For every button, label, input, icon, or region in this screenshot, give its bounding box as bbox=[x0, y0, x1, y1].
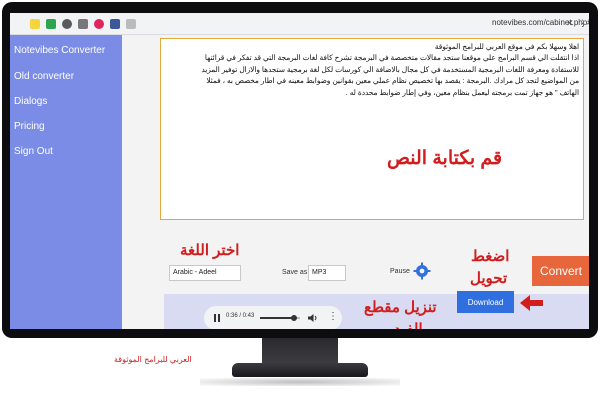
puzzle-icon[interactable] bbox=[78, 19, 88, 29]
close-tab-icon[interactable]: ✕ bbox=[566, 18, 574, 29]
sidebar-item-old-converter[interactable]: Old converter bbox=[14, 71, 74, 82]
sidebar: Notevibes Converter Old converter Dialog… bbox=[10, 35, 122, 329]
download-button[interactable]: Download bbox=[457, 291, 514, 313]
sidebar-item-dialogs[interactable]: Dialogs bbox=[14, 96, 47, 107]
menu-more-icon[interactable]: ⋮ bbox=[578, 18, 587, 29]
monitor-scene: notevibes.com/cabinet.php#! ✕ ⋮ Notevibe… bbox=[0, 0, 600, 400]
sidebar-item-sign-out[interactable]: Sign Out bbox=[14, 146, 53, 157]
monitor-screen: notevibes.com/cabinet.php#! ✕ ⋮ Notevibe… bbox=[10, 13, 589, 329]
monitor-stand bbox=[232, 363, 368, 377]
language-select[interactable]: Arabic - Adeel bbox=[169, 265, 241, 281]
annotation-write-text: قم بكتابة النص bbox=[387, 148, 503, 169]
format-select[interactable]: MP3 bbox=[308, 265, 346, 281]
player-progress-fill bbox=[260, 317, 294, 319]
main-content: اهلا وسهلا بكم في موقع العربي للبرامج ال… bbox=[122, 35, 589, 329]
editor-line: من المواضيع لتجد كل مرادك .البرمجة : يقص… bbox=[206, 76, 579, 86]
audio-player[interactable]: 0:36 / 0:43 ⋮ bbox=[204, 306, 342, 329]
gear-icon[interactable] bbox=[413, 262, 431, 280]
annotation-choose-language: اختر اللغة bbox=[180, 242, 240, 259]
editor-line: الهاتف " هو جهاز تمت برمجته ليعمل بنظام … bbox=[345, 87, 579, 97]
extension-icon-gray[interactable] bbox=[62, 19, 72, 29]
annotation-download-1: تنزيل مقطع bbox=[364, 299, 437, 316]
pause-icon[interactable] bbox=[212, 313, 222, 323]
editor-line: اذا انتقلت الي قسم البرامج علي موقعنا ست… bbox=[204, 53, 579, 63]
pause-label: Pause bbox=[390, 268, 410, 275]
editor-line: للاستفادة ومعرفة اللغات البرمجية المستخد… bbox=[201, 64, 579, 74]
extension-icon-yellow[interactable] bbox=[30, 19, 40, 29]
text-editor[interactable]: اهلا وسهلا بكم في موقع العربي للبرامج ال… bbox=[160, 38, 584, 220]
pinterest-icon[interactable] bbox=[94, 19, 104, 29]
volume-icon[interactable] bbox=[307, 313, 319, 323]
player-progress-knob[interactable] bbox=[290, 315, 297, 321]
browser-toolbar: notevibes.com/cabinet.php#! ✕ ⋮ bbox=[10, 13, 589, 35]
arrow-left-icon bbox=[520, 295, 543, 311]
address-bar-url[interactable]: notevibes.com/cabinet.php#! bbox=[492, 18, 589, 27]
player-progress[interactable] bbox=[260, 315, 300, 321]
editor-line: اهلا وسهلا بكم في موقع العربي للبرامج ال… bbox=[434, 42, 579, 51]
player-more-icon[interactable]: ⋮ bbox=[328, 311, 338, 322]
stand-shadow bbox=[200, 378, 400, 386]
sidebar-item-converter[interactable]: Notevibes Converter bbox=[14, 45, 105, 56]
annotation-download-2: الفيديو bbox=[382, 320, 423, 329]
facebook-icon[interactable] bbox=[110, 19, 120, 29]
annotation-convert: تحويل bbox=[470, 270, 508, 287]
extension-icon-green[interactable] bbox=[46, 19, 56, 29]
annotation-press: اضغط bbox=[471, 248, 510, 265]
page-icon[interactable] bbox=[126, 19, 136, 29]
monitor-neck bbox=[262, 338, 338, 364]
player-time: 0:36 / 0:43 bbox=[226, 313, 255, 319]
save-as-label: Save as bbox=[282, 269, 308, 276]
convert-button[interactable]: Convert bbox=[532, 256, 589, 286]
site-caption: العربي للبرامج الموثوقة bbox=[114, 355, 192, 364]
sidebar-item-pricing[interactable]: Pricing bbox=[14, 121, 45, 132]
